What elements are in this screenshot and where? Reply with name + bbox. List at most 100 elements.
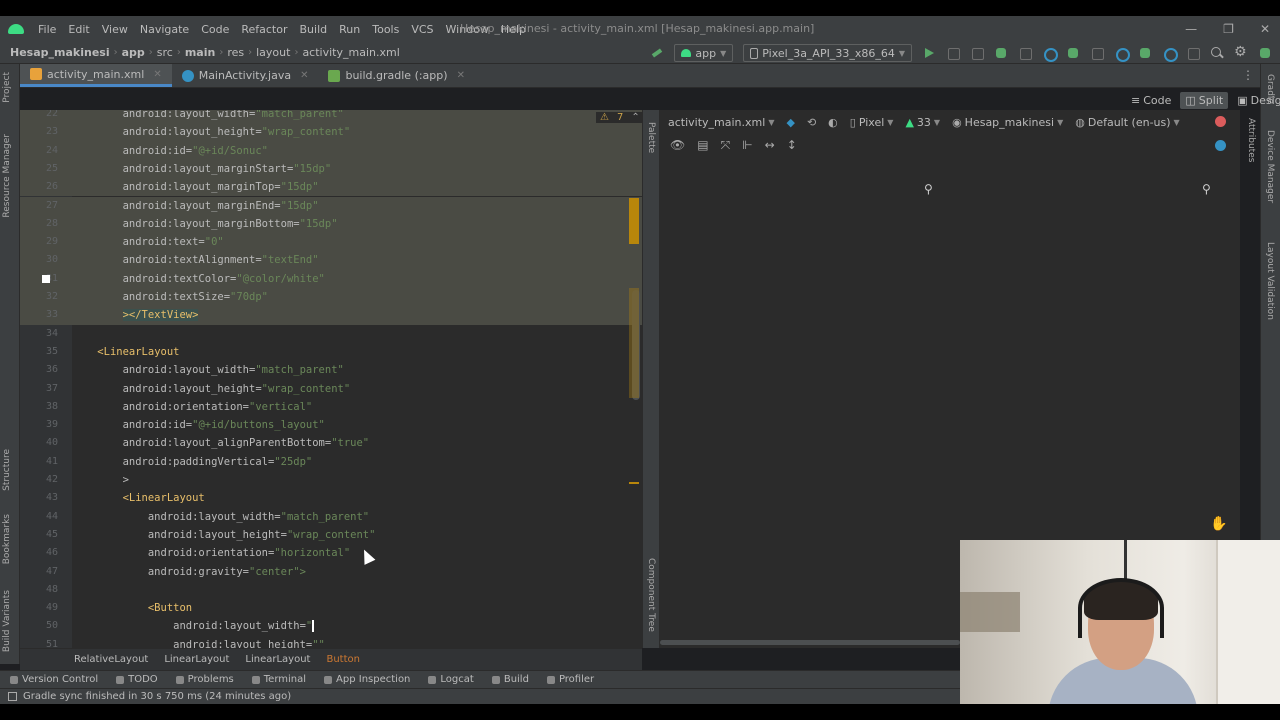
menu-edit[interactable]: Edit <box>62 23 95 36</box>
code-line[interactable]: 43 <LinearLayout <box>20 489 642 507</box>
close-window-icon[interactable]: ✕ <box>1260 22 1270 36</box>
menu-navigate[interactable]: Navigate <box>134 23 195 36</box>
code-line[interactable]: 22 android:layout_width="match_parent" <box>20 110 642 124</box>
menu-tools[interactable]: Tools <box>366 23 405 36</box>
code-line[interactable]: 42 > <box>20 471 642 489</box>
code-line[interactable]: 34 <box>20 325 642 343</box>
terminal-button[interactable]: Terminal <box>251 674 306 685</box>
tab-main-activity[interactable]: MainActivity.java ✕ <box>172 64 319 87</box>
error-indicator-icon[interactable] <box>1215 116 1226 127</box>
resource-manager-tool-tab[interactable]: Resource Manager <box>2 134 12 218</box>
bookmarks-tool-tab[interactable]: Bookmarks <box>2 514 12 564</box>
code-line[interactable]: 44 android:layout_width="match_parent" <box>20 508 642 526</box>
code-line[interactable]: 38 android:orientation="vertical" <box>20 398 642 416</box>
pan-hand-icon[interactable]: ✋ <box>1210 516 1227 532</box>
code-line[interactable]: 45 android:layout_height="wrap_content" <box>20 526 642 544</box>
search-icon[interactable] <box>1210 46 1224 60</box>
android-assistant-icon[interactable] <box>1258 46 1272 60</box>
todo-button[interactable]: TODO <box>116 674 158 685</box>
code-line[interactable]: 30 android:textAlignment="textEnd" <box>20 251 642 270</box>
minimize-icon[interactable]: — <box>1185 22 1197 36</box>
code-line[interactable]: 29 android:text="0" <box>20 233 642 252</box>
device-preview-dropdown[interactable]: ▯ Pixel ▼ <box>850 116 894 129</box>
layout-file-dropdown[interactable]: activity_main.xml ▼ <box>668 116 774 129</box>
autoconnect-icon[interactable]: ⤧ <box>721 138 731 153</box>
more-options-icon[interactable]: ⋮ <box>1242 68 1254 82</box>
version-control-button[interactable]: Version Control <box>10 674 98 685</box>
locale-dropdown[interactable]: ◍ Default (en-us) ▼ <box>1075 116 1179 129</box>
problems-button[interactable]: Problems <box>175 674 234 685</box>
color-swatch-icon[interactable] <box>42 274 50 283</box>
breadcrumb-layout[interactable]: layout <box>252 46 294 59</box>
breadcrumb-project[interactable]: Hesap_makinesi <box>0 46 114 59</box>
code-line[interactable]: 25 android:layout_marginStart="15dp" <box>20 159 642 179</box>
stop-icon[interactable] <box>1090 46 1104 60</box>
code-line[interactable]: 46 android:orientation="horizontal" <box>20 544 642 562</box>
code-line[interactable]: 35 <LinearLayout <box>20 343 642 361</box>
profiler-button[interactable]: Profiler <box>546 674 594 685</box>
code-line[interactable]: 27 android:layout_marginEnd="15dp" <box>20 196 642 215</box>
code-line[interactable]: 32 android:textSize="70dp" <box>20 288 642 307</box>
restore-icon[interactable]: ❐ <box>1223 22 1234 36</box>
coverage-icon[interactable] <box>1066 46 1080 60</box>
code-line[interactable]: 36 android:layout_width="match_parent" <box>20 361 642 379</box>
app-inspection-button[interactable]: App Inspection <box>324 674 410 685</box>
code-line[interactable]: 37 android:layout_height="wrap_content" <box>20 380 642 398</box>
code-line[interactable]: 50 android:layout_width=" <box>20 617 642 635</box>
account-icon[interactable] <box>1186 46 1200 60</box>
blueprint-icon[interactable]: ▤ <box>697 138 708 152</box>
horizontal-expand-icon[interactable]: ↔ <box>765 138 775 152</box>
xml-crumb-linear-layout[interactable]: LinearLayout <box>164 654 229 665</box>
xml-crumb-linear-layout-inner[interactable]: LinearLayout <box>245 654 310 665</box>
xml-crumb-relative-layout[interactable]: RelativeLayout <box>74 654 148 665</box>
layers-icon[interactable]: ◆ <box>786 116 794 129</box>
code-line[interactable]: 28 android:layout_marginBottom="15dp" <box>20 214 642 234</box>
rerun-icon[interactable] <box>946 46 960 60</box>
make-project-icon[interactable] <box>650 46 664 60</box>
vertical-expand-icon[interactable]: ↕ <box>787 138 797 152</box>
component-tree-tool-tab[interactable]: Component Tree <box>646 558 656 632</box>
sdk-manager-icon[interactable] <box>1162 46 1178 62</box>
device-manager-tool-tab[interactable]: Device Manager <box>1265 130 1275 203</box>
attributes-tool-tab[interactable]: Attributes <box>1246 118 1256 162</box>
profile-icon[interactable] <box>1042 46 1058 62</box>
night-mode-icon[interactable]: ◐ <box>828 116 838 129</box>
breadcrumb-src[interactable]: src <box>153 46 177 59</box>
close-tab-icon[interactable]: ✕ <box>153 69 161 80</box>
code-line[interactable]: 24 android:id="@+id/Sonuc" <box>20 141 642 160</box>
breadcrumb-app[interactable]: app <box>118 46 149 59</box>
code-line[interactable]: 40 android:layout_alignParentBottom="tru… <box>20 434 642 452</box>
palette-tool-tab[interactable]: Palette <box>646 122 656 153</box>
help-icon[interactable] <box>1215 140 1226 151</box>
design-scroll-thumb[interactable] <box>660 640 960 645</box>
split-view-button[interactable]: ◫ Split <box>1180 91 1229 109</box>
menu-build[interactable]: Build <box>294 23 334 36</box>
code-line[interactable]: 49 <Button <box>20 599 642 617</box>
layout-validation-tool-tab[interactable]: Layout Validation <box>1265 242 1275 320</box>
code-line[interactable]: 41 android:paddingVertical="25dp" <box>20 453 642 471</box>
build-variants-tool-tab[interactable]: Build Variants <box>2 590 12 652</box>
device-manager-icon[interactable] <box>1138 46 1152 60</box>
device-dropdown[interactable]: Pixel_3a_API_33_x86_64 ▼ <box>743 44 912 62</box>
debug-icon[interactable] <box>994 46 1008 60</box>
close-tab-icon[interactable]: ✕ <box>300 70 308 81</box>
sync-gradle-icon[interactable] <box>1114 46 1130 62</box>
code-line[interactable]: 26 android:layout_marginTop="15dp" <box>20 178 642 197</box>
run-icon[interactable] <box>922 46 936 60</box>
close-tab-icon[interactable]: ✕ <box>457 70 465 81</box>
orientation-icon[interactable]: ⟲ <box>807 116 816 129</box>
run-config-dropdown[interactable]: app ▼ <box>674 44 734 62</box>
eye-icon[interactable]: 👁 <box>670 138 685 152</box>
attach-debugger-icon[interactable] <box>1018 46 1032 60</box>
default-margins-icon[interactable]: ⊩ <box>742 138 752 152</box>
code-view-button[interactable]: ≡ Code <box>1126 92 1176 109</box>
build-button[interactable]: Build <box>491 674 529 685</box>
code-line[interactable]: 48 <box>20 581 642 599</box>
logcat-button[interactable]: Logcat <box>428 674 474 685</box>
breadcrumb-file[interactable]: activity_main.xml <box>298 46 403 59</box>
gear-icon[interactable] <box>1234 44 1248 60</box>
menu-code[interactable]: Code <box>195 23 235 36</box>
menu-file[interactable]: File <box>32 23 62 36</box>
code-line[interactable]: 51 android:layout_height="" <box>20 636 642 648</box>
tab-build-gradle[interactable]: build.gradle (:app) ✕ <box>318 64 474 87</box>
